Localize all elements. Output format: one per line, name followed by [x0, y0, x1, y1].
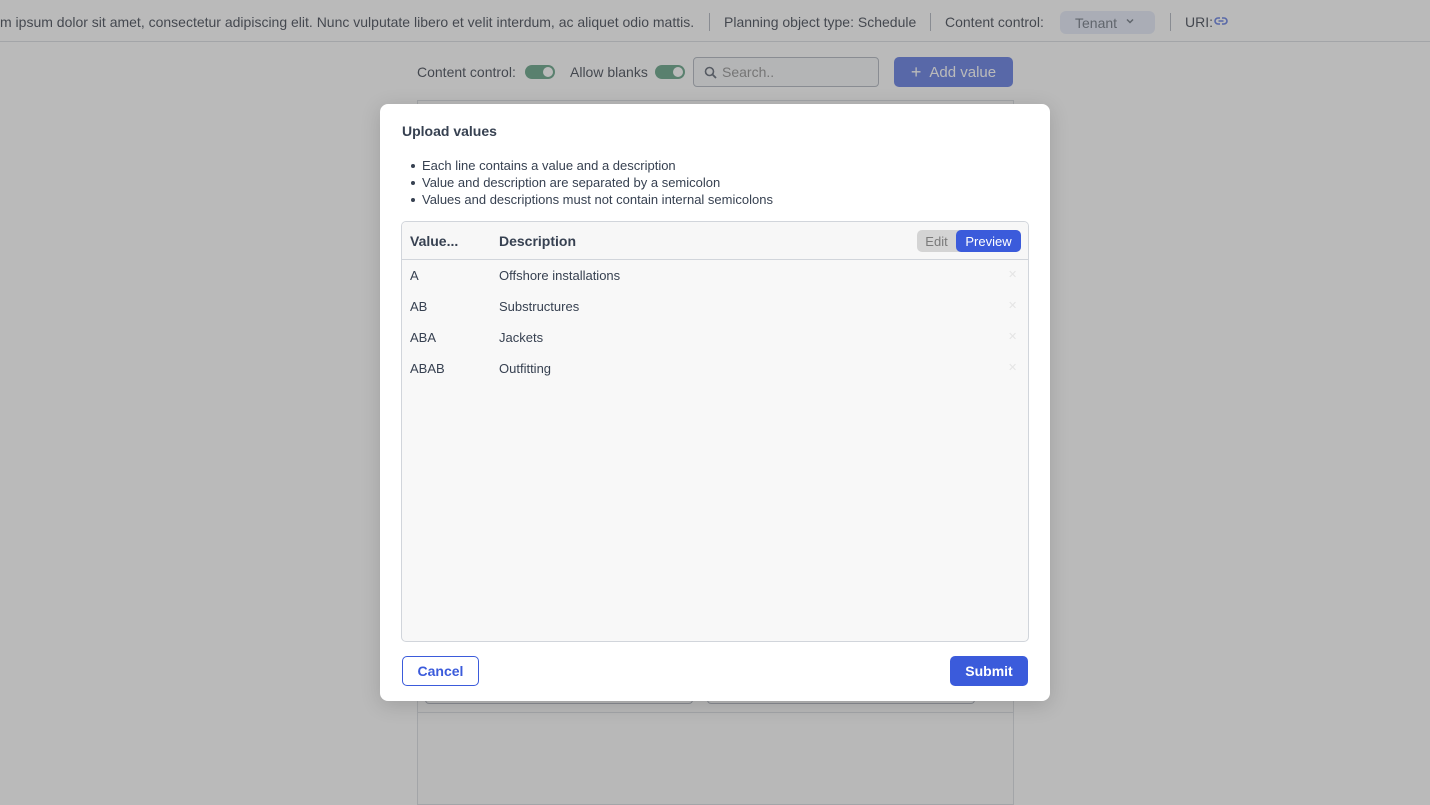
- instruction-item: Each line contains a value and a descrip…: [408, 157, 773, 174]
- instructions-list: Each line contains a value and a descrip…: [408, 157, 773, 208]
- remove-row-icon[interactable]: ✕: [1008, 299, 1017, 312]
- dialog-title: Upload values: [402, 123, 497, 139]
- column-header-value[interactable]: Value...: [410, 233, 458, 249]
- instruction-item: Values and descriptions must not contain…: [408, 191, 773, 208]
- remove-row-icon[interactable]: ✕: [1008, 330, 1017, 343]
- value-cell: A: [410, 268, 419, 283]
- value-cell: ABA: [410, 330, 437, 345]
- mode-switch: Edit Preview: [917, 230, 1021, 252]
- table-row: ABA Jackets ✕: [402, 322, 1028, 353]
- table-row: AB Substructures ✕: [402, 291, 1028, 322]
- description-cell: Outfitting: [499, 361, 552, 376]
- table-row: ABAB Outfitting ✕: [402, 353, 1028, 384]
- description-cell: Offshore installations: [499, 268, 621, 283]
- edit-mode-button[interactable]: Edit: [917, 230, 956, 252]
- remove-row-icon[interactable]: ✕: [1008, 361, 1017, 374]
- instruction-item: Value and description are separated by a…: [408, 174, 773, 191]
- table-row: A Offshore installations ✕: [402, 260, 1028, 291]
- submit-button[interactable]: Submit: [950, 656, 1028, 686]
- preview-mode-button[interactable]: Preview: [956, 230, 1021, 252]
- value-cell: AB: [410, 299, 428, 314]
- table-body: A Offshore installations ✕ AB Substructu…: [402, 260, 1028, 384]
- upload-values-dialog: Upload values Each line contains a value…: [380, 104, 1050, 701]
- values-preview-table: Value... Description Edit Preview A Offs…: [401, 221, 1029, 642]
- table-header: Value... Description Edit Preview: [402, 222, 1028, 260]
- description-cell: Jackets: [499, 330, 544, 345]
- description-cell: Substructures: [499, 299, 580, 314]
- value-cell: ABAB: [410, 361, 445, 376]
- column-header-description[interactable]: Description: [499, 233, 576, 249]
- remove-row-icon[interactable]: ✕: [1008, 268, 1017, 281]
- cancel-button[interactable]: Cancel: [402, 656, 479, 686]
